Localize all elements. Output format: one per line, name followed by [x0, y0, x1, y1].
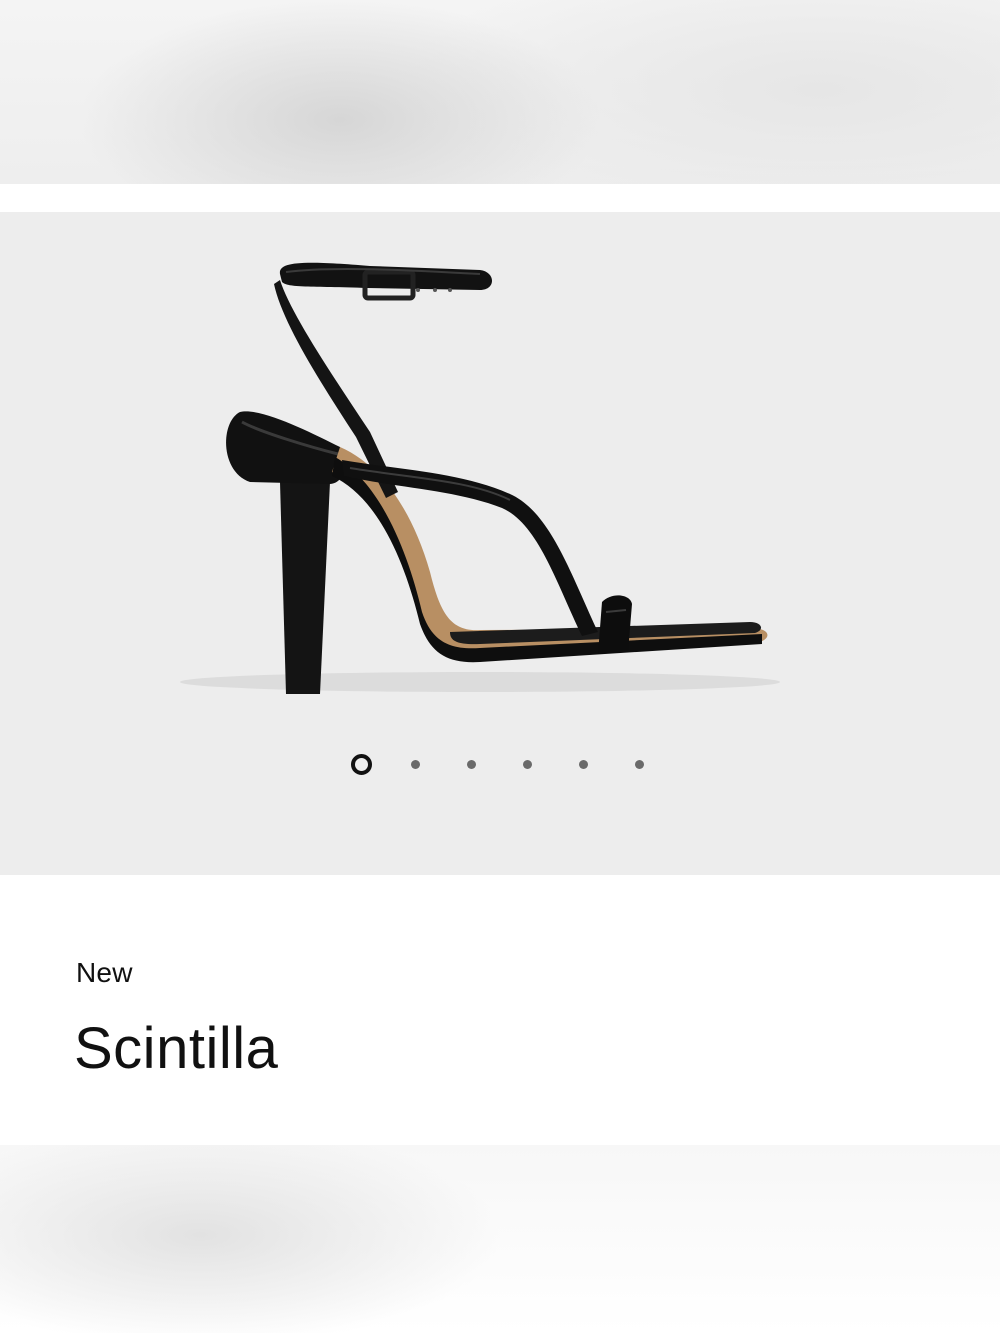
carousel-dot-3[interactable]	[467, 760, 476, 769]
carousel-dot-6[interactable]	[635, 760, 644, 769]
ankle-strap	[279, 262, 492, 290]
product-image-gallery[interactable]	[0, 212, 1000, 875]
shoe-heel	[280, 482, 330, 694]
product-image	[180, 262, 780, 694]
toe-strap	[598, 595, 632, 654]
carousel-dot-2[interactable]	[411, 760, 420, 769]
carousel-pagination	[0, 752, 1000, 776]
shoe-shadow	[180, 672, 780, 692]
carousel-dot-5[interactable]	[579, 760, 588, 769]
carousel-dot-4[interactable]	[523, 760, 532, 769]
previous-section-blur	[0, 0, 1000, 184]
carousel-dot-1[interactable]	[351, 754, 372, 775]
product-title: Scintilla	[74, 1016, 279, 1081]
new-badge: New	[76, 957, 133, 988]
next-section-blur	[0, 1145, 1000, 1333]
product-info: New Scintilla	[0, 875, 1000, 1145]
